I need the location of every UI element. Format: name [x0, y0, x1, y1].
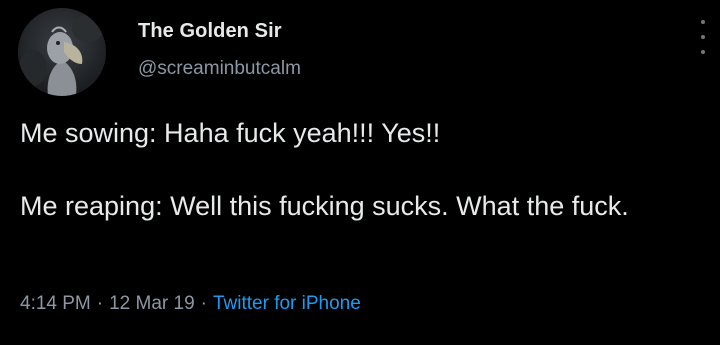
tweet-text: Me sowing: Haha fuck yeah!!! Yes!! Me re… — [20, 115, 704, 225]
tweet-card: The Golden Sir @screaminbutcalm Me sowin… — [0, 0, 720, 345]
display-name[interactable]: The Golden Sir — [138, 19, 301, 43]
meta-separator-2: · — [200, 293, 207, 314]
tweet-source-link[interactable]: Twitter for iPhone — [213, 293, 361, 314]
tweet-date[interactable]: 12 Mar 19 — [109, 293, 195, 314]
tweet-meta: 4:14 PM · 12 Mar 19 · Twitter for iPhone — [20, 292, 361, 316]
tweet-line-1: Me sowing: Haha fuck yeah!!! Yes!! — [20, 118, 441, 148]
avatar[interactable] — [18, 8, 106, 96]
author-names: The Golden Sir @screaminbutcalm — [138, 19, 301, 81]
shoebill-bird-avatar-icon — [18, 8, 106, 96]
more-vertical-icon-dot-2 — [701, 35, 705, 39]
tweet-line-2: Me reaping: Well this fucking sucks. Wha… — [20, 191, 629, 221]
user-handle[interactable]: @screaminbutcalm — [138, 57, 301, 81]
more-vertical-icon-dot-3 — [701, 50, 705, 54]
more-options-button[interactable] — [696, 20, 710, 54]
tweet-header: The Golden Sir @screaminbutcalm — [18, 8, 301, 96]
tweet-time[interactable]: 4:14 PM — [20, 293, 91, 314]
meta-separator: · — [96, 293, 104, 314]
more-vertical-icon — [701, 20, 705, 24]
